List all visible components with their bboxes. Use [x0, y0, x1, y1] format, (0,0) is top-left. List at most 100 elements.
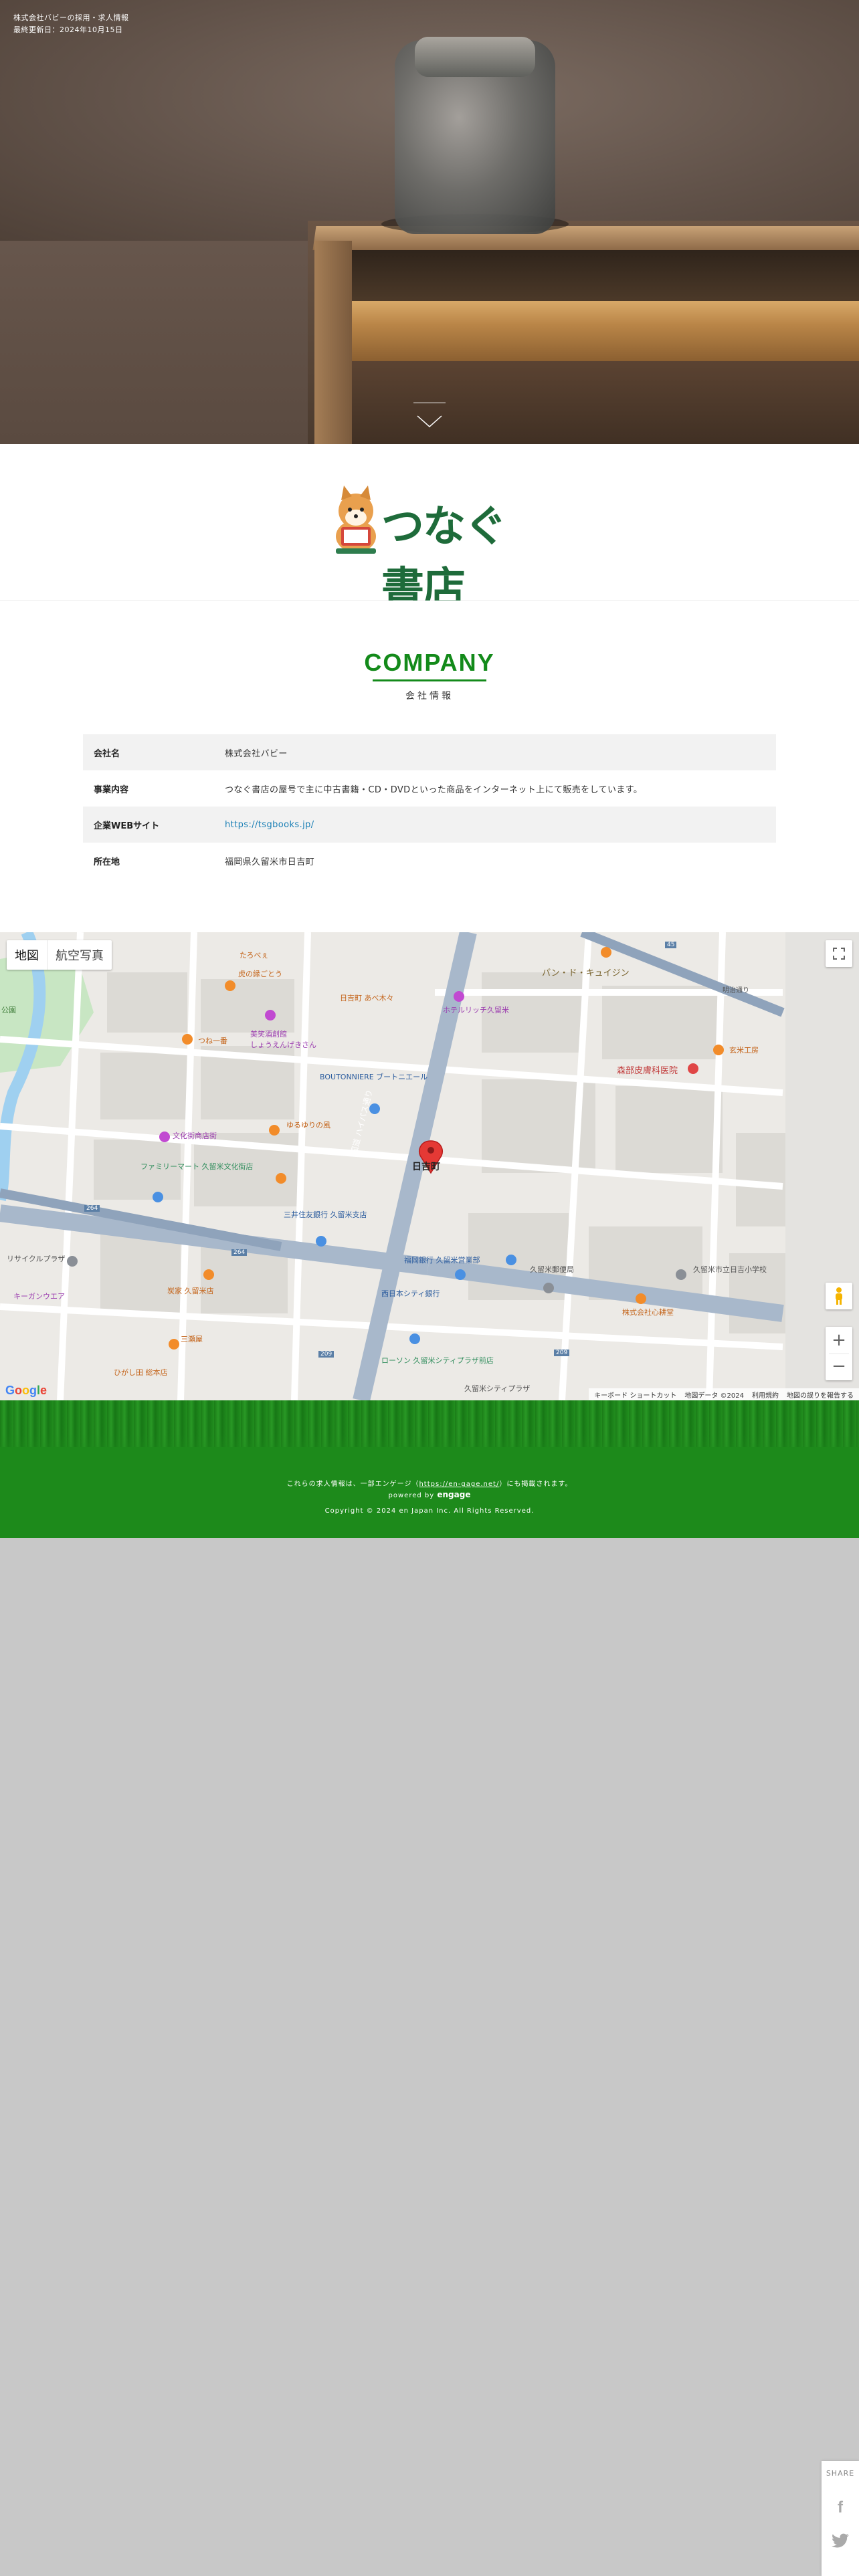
map-label: 株式会社心耕堂 [622, 1308, 674, 1317]
info-value: 福岡県久留米市日吉町 [225, 857, 315, 867]
share-label: SHARE [826, 2469, 855, 2478]
map-label: 文化街商店街 [173, 1132, 217, 1140]
shiba-dog-mascot-icon [336, 486, 376, 554]
twitter-share-button[interactable] [831, 2533, 850, 2552]
map-label: 明治通り [723, 987, 749, 994]
hero-shelf-inner [352, 250, 859, 304]
company-subheading: 会社情報 [405, 691, 454, 702]
logo-text: つなぐ書店 [381, 502, 507, 613]
hero-jar-lid [415, 37, 535, 77]
share-panel: SHARE f [822, 2461, 859, 2576]
map-label: 虎の縁ごとう [238, 970, 282, 978]
map-label: 森部皮膚科医院 [617, 1066, 678, 1076]
route-shield: 45 [665, 942, 677, 948]
site-footer: これらの求人情報は、一部エンゲージ（https://en-gage.net/）に… [0, 1400, 859, 1538]
map-label: 公園 [1, 1006, 16, 1014]
route-shield: 264 [84, 1205, 100, 1212]
info-row-company-name: 会社名 株式会社バビー [83, 734, 776, 770]
hero-company-line: 株式会社バビーの採用・求人情報 [13, 13, 129, 22]
company-info-table: 会社名 株式会社バビー 事業内容 つなぐ書店の屋号で主に中古書籍・CD・DVDと… [83, 734, 776, 879]
map-label: 久留米シティプラザ [464, 1384, 531, 1393]
info-row-business: 事業内容 つなぐ書店の屋号で主に中古書籍・CD・DVDといった商品をインターネッ… [83, 770, 776, 807]
map-marker-label: 日吉町 [412, 1162, 440, 1172]
map-label: 三瀬屋 [181, 1335, 203, 1344]
website-link[interactable]: https://tsgbooks.jp/ [225, 820, 776, 830]
footer-notice-suffix: ）にも掲載されます。 [499, 1481, 573, 1488]
map-label: パン・ド・キュイジン [542, 968, 630, 978]
map-label: ゆるゆりの風 [286, 1121, 330, 1130]
map-label: ファミリーマート 久留米文化街店 [140, 1162, 254, 1171]
report-error-link[interactable]: 地図の誤りを報告する [787, 1390, 854, 1400]
zoom-controls: + − [826, 1327, 852, 1380]
map-attribution: キーボード ショートカット 地図データ ©2024 利用規約 地図の誤りを報告す… [589, 1388, 859, 1400]
info-row-website: 企業WEBサイト https://tsgbooks.jp/ [83, 807, 776, 843]
info-value: 株式会社バビー [225, 748, 288, 759]
google-map[interactable]: 地図 航空写真 パン・ド・キュイジン ホテルリッチ久留米 森部皮膚科医院 玄米工… [0, 932, 859, 1400]
pegman-icon [836, 1287, 842, 1305]
hero-updated-line: 最終更新日：2024年10月15日 [13, 25, 123, 34]
map-label: 福岡銀行 久留米営業部 [404, 1256, 480, 1265]
facebook-share-button[interactable]: f [832, 2498, 848, 2517]
chevron-down-icon [417, 415, 442, 428]
hero-shelf-top [312, 226, 859, 250]
info-label: 会社名 [94, 748, 120, 759]
route-shield: 209 [318, 1351, 335, 1358]
map-label: 西日本シティ銀行 [381, 1289, 440, 1298]
company-heading-underline [373, 679, 486, 681]
route-shield: 264 [231, 1249, 248, 1256]
map-label: ローソン 久留米シティプラザ前店 [381, 1356, 494, 1365]
google-logo: Google [5, 1384, 47, 1397]
map-label: リサイクルプラザ [7, 1255, 66, 1263]
map-label: キーガンウエア [13, 1292, 65, 1301]
copyright: Copyright © 2024 en Japan Inc. All Right… [324, 1507, 535, 1515]
powered-by: powered by engage [0, 1490, 859, 1499]
engage-link[interactable]: https://en-gage.net/ [419, 1481, 499, 1488]
hero-shelf-board [352, 301, 859, 361]
scroll-down-button[interactable] [413, 403, 446, 429]
powered-by-prefix: powered by [388, 1492, 435, 1499]
info-value: つなぐ書店の屋号で主に中古書籍・CD・DVDといった商品をインターネット上にて販… [225, 784, 643, 795]
map-label: BOUTONNIERE ブートニエール [320, 1073, 428, 1081]
company-section: COMPANY 会社情報 会社名 株式会社バビー 事業内容 つなぐ書店の屋号で主… [0, 601, 859, 932]
footer-notice-prefix: これらの求人情報は、一部エンゲージ（ [286, 1481, 419, 1488]
map-label: しょうえんげきさん [250, 1041, 316, 1049]
map-tab-satellite[interactable]: 航空写真 [47, 940, 112, 970]
facebook-icon: f [838, 2498, 843, 2516]
info-label: 所在地 [94, 857, 120, 867]
map-label: 美笑酒創館 [250, 1030, 287, 1039]
info-label: 事業内容 [94, 784, 129, 795]
map-label: 久留米郵便局 [530, 1265, 574, 1274]
hero-banner: 株式会社バビーの採用・求人情報 最終更新日：2024年10月15日 [0, 0, 859, 444]
street-view-pegman-button[interactable] [826, 1283, 852, 1309]
map-label: たろべぇ [240, 951, 269, 960]
map-label: 玄米工房 [729, 1046, 759, 1055]
info-label: 企業WEBサイト [94, 821, 160, 831]
map-type-tabs: 地図 航空写真 [7, 940, 112, 970]
fullscreen-button[interactable] [826, 940, 852, 967]
map-label: ひがし田 総本店 [114, 1368, 168, 1377]
zoom-in-button[interactable]: + [832, 1327, 846, 1354]
hero-shelf-side [314, 241, 352, 444]
logo-band: つなぐ書店 [0, 444, 859, 613]
map-tab-map[interactable]: 地図 [7, 940, 47, 970]
map-label: 炭家 久留米店 [167, 1287, 214, 1295]
map-label: つね一番 [198, 1037, 227, 1045]
map-label: 日吉町 あべ木々 [340, 994, 394, 1002]
company-heading: COMPANY [364, 649, 495, 676]
map-label: 久留米市立日吉小学校 [693, 1265, 767, 1274]
fullscreen-icon [833, 948, 845, 960]
terms-link[interactable]: 利用規約 [752, 1390, 779, 1400]
twitter-icon [832, 2533, 849, 2548]
keyboard-shortcuts-link[interactable]: キーボード ショートカット [594, 1390, 676, 1400]
info-row-address: 所在地 福岡県久留米市日吉町 [83, 843, 776, 879]
map-data-text: 地図データ ©2024 [684, 1392, 744, 1400]
footer-notice: これらの求人情報は、一部エンゲージ（https://en-gage.net/）に… [0, 1478, 859, 1488]
company-logo: つなぐ書店 [329, 483, 530, 613]
map-label: ホテルリッチ久留米 [443, 1006, 509, 1014]
map-label: 三井住友銀行 久留米支店 [284, 1210, 367, 1219]
route-shield: 209 [554, 1350, 570, 1356]
footer-grass-fade [0, 1434, 859, 1474]
zoom-out-button[interactable]: − [829, 1354, 849, 1380]
hero-meta: 株式会社バビーの採用・求人情報 最終更新日：2024年10月15日 [13, 12, 129, 36]
engage-logo[interactable]: engage [437, 1490, 470, 1499]
